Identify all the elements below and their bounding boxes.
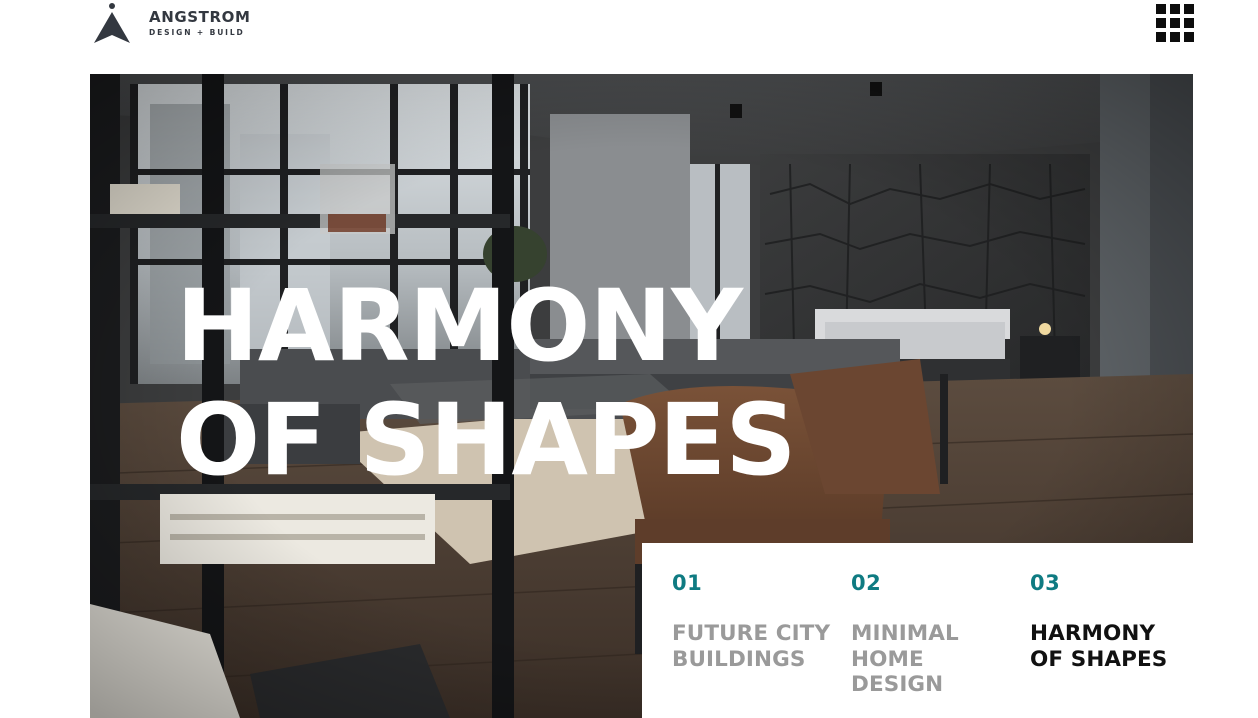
slide-item-harmony-of-shapes[interactable]: 03 HARMONY OF SHAPES (1030, 543, 1190, 718)
slide-label: HARMONY OF SHAPES (1030, 621, 1167, 672)
slide-item-future-city-buildings[interactable]: 01 FUTURE CITY BUILDINGS (672, 543, 842, 718)
grid-menu-icon (1170, 4, 1180, 14)
grid-menu-icon (1156, 4, 1166, 14)
brand-name: ANGSTROM (149, 7, 251, 26)
hero-title-line-2: OF SHAPES (176, 383, 797, 498)
grid-menu-icon (1184, 4, 1194, 14)
slide-label-line: HOME (851, 646, 924, 672)
brand-logo-link[interactable]: ANGSTROM DESIGN + BUILD (92, 2, 251, 44)
slide-label-line: OF SHAPES (1030, 646, 1168, 672)
slide-label-line: BUILDINGS (672, 646, 806, 672)
brand-wordmark: ANGSTROM DESIGN + BUILD (149, 7, 251, 38)
grid-menu-button[interactable] (1156, 4, 1194, 42)
angstrom-a-logo-icon (94, 3, 130, 43)
slide-item-minimal-home-design[interactable]: 02 MINIMAL HOME DESIGN (851, 543, 1021, 718)
grid-menu-icon (1170, 18, 1180, 28)
brand-tagline: DESIGN + BUILD (149, 27, 245, 37)
slide-label: MINIMAL HOME DESIGN (851, 621, 959, 698)
grid-menu-icon (1156, 18, 1166, 28)
page: ANGSTROM DESIGN + BUILD HARMONY OF SHAPE… (0, 0, 1258, 718)
grid-menu-icon (1184, 18, 1194, 28)
slide-label-line: MINIMAL (851, 621, 959, 646)
slide-number: 01 (672, 571, 703, 595)
slide-label-line: FUTURE CITY (672, 621, 831, 646)
slide-label-line: DESIGN (851, 672, 944, 697)
slide-label: FUTURE CITY BUILDINGS (672, 621, 830, 672)
slide-number: 03 (1030, 571, 1061, 595)
slide-selector: 01 FUTURE CITY BUILDINGS 02 MINIMAL HOME… (642, 543, 1193, 718)
slide-number: 02 (851, 571, 882, 595)
grid-menu-icon (1156, 32, 1166, 42)
hero-title-line-1: HARMONY (176, 269, 743, 384)
grid-menu-icon (1184, 32, 1194, 42)
hero-title: HARMONY OF SHAPES (176, 269, 797, 498)
slide-label-line: HARMONY (1030, 621, 1156, 646)
grid-menu-icon (1170, 32, 1180, 42)
